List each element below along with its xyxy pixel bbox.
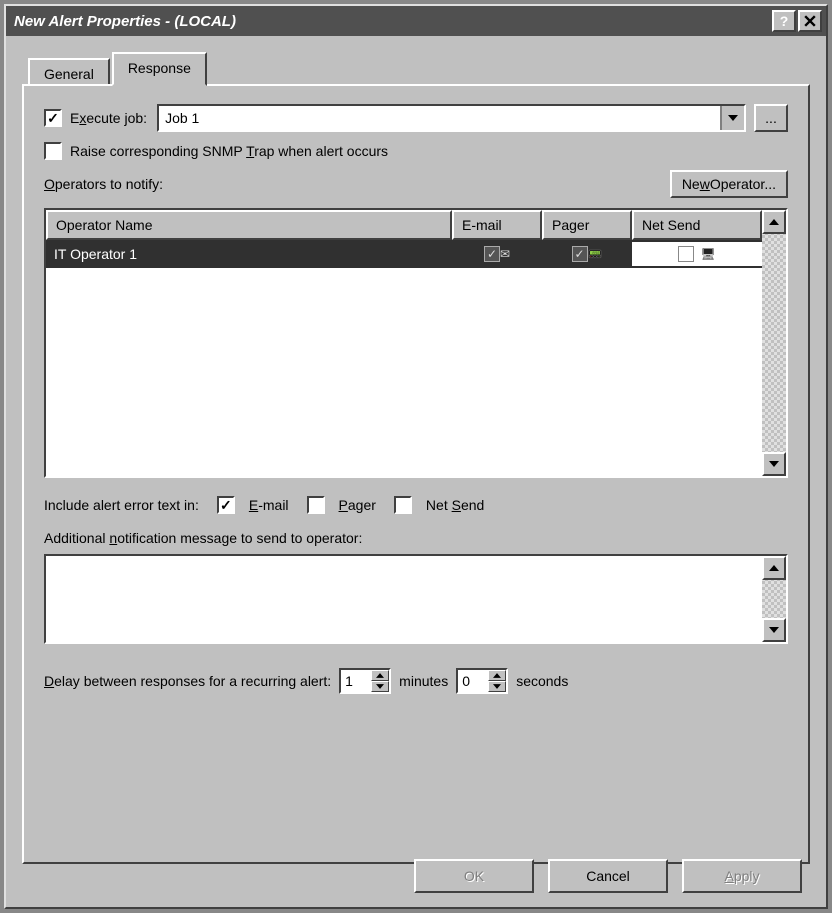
- execute-job-value: Job 1: [159, 106, 720, 130]
- help-button[interactable]: ?: [772, 10, 796, 32]
- include-netsend-wrap: Net Send: [394, 496, 484, 514]
- snmp-checkbox[interactable]: [44, 142, 62, 160]
- cell-pager[interactable]: 📟: [542, 242, 632, 266]
- col-email[interactable]: E-mail: [452, 210, 542, 240]
- scroll-up-button[interactable]: [762, 556, 786, 580]
- include-error-text-row: Include alert error text in: E-mail Page…: [44, 496, 788, 514]
- close-button[interactable]: [798, 10, 822, 32]
- chevron-down-icon: [769, 627, 779, 633]
- scrollbar-track[interactable]: [762, 234, 786, 452]
- minutes-label: minutes: [399, 673, 448, 689]
- seconds-down-button[interactable]: [488, 681, 506, 692]
- minutes-down-button[interactable]: [371, 681, 389, 692]
- execute-job-browse-button[interactable]: ...: [754, 104, 788, 132]
- title-bar: New Alert Properties - (LOCAL) ?: [6, 6, 826, 36]
- pager-icon: 📟: [588, 247, 603, 261]
- mail-icon: ✉: [500, 247, 510, 261]
- scroll-up-button[interactable]: [762, 210, 786, 234]
- grid-scrollbar[interactable]: [762, 210, 786, 476]
- tab-panel-response: Execute job: Job 1 ... Raise correspondi…: [22, 84, 810, 864]
- additional-message-field[interactable]: [44, 554, 788, 644]
- cell-operator-name: IT Operator 1: [46, 242, 452, 266]
- execute-job-combo[interactable]: Job 1: [157, 104, 746, 132]
- additional-message-section: Additional notification message to send …: [44, 530, 788, 644]
- pager-checkbox[interactable]: [572, 246, 588, 262]
- textarea-scrollbar[interactable]: [762, 556, 786, 642]
- chevron-down-icon: [376, 684, 384, 689]
- grid-header: Operator Name E-mail Pager Net Send: [46, 210, 762, 240]
- delay-minutes-input[interactable]: [341, 670, 371, 692]
- col-operator-name[interactable]: Operator Name: [46, 210, 452, 240]
- seconds-up-button[interactable]: [488, 670, 506, 681]
- include-netsend-checkbox[interactable]: [394, 496, 412, 514]
- new-operator-button[interactable]: New Operator...: [670, 170, 788, 198]
- col-netsend[interactable]: Net Send: [632, 210, 762, 240]
- netsend-checkbox[interactable]: [678, 246, 694, 262]
- delay-label: Delay between responses for a recurring …: [44, 673, 331, 689]
- include-pager-label: Pager: [339, 497, 376, 513]
- ok-button[interactable]: OK: [414, 859, 534, 893]
- dialog-window: New Alert Properties - (LOCAL) ? General…: [4, 4, 828, 909]
- include-email-label: E-mail: [249, 497, 289, 513]
- delay-row: Delay between responses for a recurring …: [44, 668, 788, 694]
- include-pager-wrap: Pager: [307, 496, 376, 514]
- window-title: New Alert Properties - (LOCAL): [10, 13, 770, 30]
- delay-minutes-spinner[interactable]: [339, 668, 391, 694]
- include-label: Include alert error text in:: [44, 497, 199, 513]
- chevron-up-icon: [493, 673, 501, 678]
- grid-body: IT Operator 1 ✉ 📟 🖥: [46, 240, 762, 476]
- execute-job-dropdown-button[interactable]: [720, 106, 744, 130]
- cell-netsend[interactable]: 🖥: [632, 242, 762, 266]
- tab-bar: General Response: [28, 52, 810, 86]
- seconds-label: seconds: [516, 673, 568, 689]
- client-area: General Response Execute job: Job 1 ...: [6, 36, 826, 907]
- chevron-down-icon: [493, 684, 501, 689]
- delay-seconds-spinner[interactable]: [456, 668, 508, 694]
- operators-header-row: Operators to notify: New Operator...: [44, 170, 788, 198]
- cell-email[interactable]: ✉: [452, 242, 542, 266]
- include-email-wrap: E-mail: [217, 496, 289, 514]
- chevron-down-icon: [769, 461, 779, 467]
- computer-icon: 🖥: [700, 247, 715, 261]
- close-icon: [804, 15, 816, 27]
- include-pager-checkbox[interactable]: [307, 496, 325, 514]
- execute-job-row: Execute job: Job 1 ...: [44, 104, 788, 132]
- chevron-up-icon: [376, 673, 384, 678]
- minutes-spin-buttons: [371, 670, 389, 692]
- chevron-down-icon: [728, 113, 738, 123]
- additional-message-text[interactable]: [46, 556, 762, 642]
- dialog-buttons: OK Cancel Apply: [414, 859, 802, 893]
- grid-main: Operator Name E-mail Pager Net Send IT O…: [46, 210, 762, 476]
- scroll-down-button[interactable]: [762, 452, 786, 476]
- email-checkbox[interactable]: [484, 246, 500, 262]
- operators-label: Operators to notify:: [44, 176, 163, 192]
- include-netsend-label: Net Send: [426, 497, 484, 513]
- seconds-spin-buttons: [488, 670, 506, 692]
- scrollbar-track[interactable]: [762, 580, 786, 618]
- chevron-up-icon: [769, 565, 779, 571]
- cancel-button[interactable]: Cancel: [548, 859, 668, 893]
- table-row[interactable]: IT Operator 1 ✉ 📟 🖥: [46, 240, 762, 268]
- snmp-label: Raise corresponding SNMP Trap when alert…: [70, 143, 388, 159]
- chevron-up-icon: [769, 219, 779, 225]
- apply-button[interactable]: Apply: [682, 859, 802, 893]
- col-pager[interactable]: Pager: [542, 210, 632, 240]
- snmp-row: Raise corresponding SNMP Trap when alert…: [44, 142, 788, 160]
- tab-response[interactable]: Response: [112, 52, 207, 86]
- minutes-up-button[interactable]: [371, 670, 389, 681]
- include-email-checkbox[interactable]: [217, 496, 235, 514]
- additional-message-label: Additional notification message to send …: [44, 530, 362, 546]
- execute-job-label: Execute job:: [70, 110, 147, 126]
- execute-job-checkbox[interactable]: [44, 109, 62, 127]
- scroll-down-button[interactable]: [762, 618, 786, 642]
- delay-seconds-input[interactable]: [458, 670, 488, 692]
- operators-grid: Operator Name E-mail Pager Net Send IT O…: [44, 208, 788, 478]
